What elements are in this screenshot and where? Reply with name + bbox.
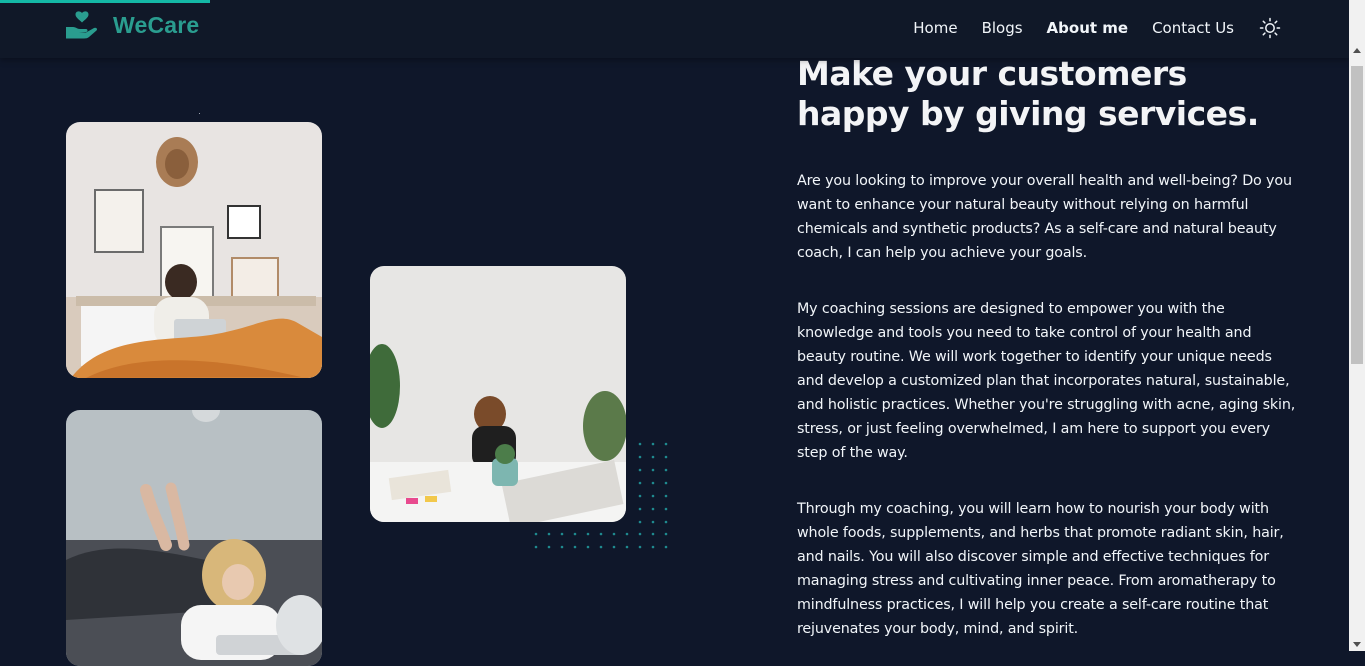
nav-menu: Home Blogs About me Contact Us (913, 19, 1234, 37)
scroll-down-arrow-icon[interactable] (1353, 642, 1361, 647)
nav-link-home[interactable]: Home (913, 19, 957, 37)
nav-link-about[interactable]: About me (1047, 19, 1129, 37)
theme-toggle-button[interactable] (1259, 17, 1281, 39)
decorative-dot (199, 113, 200, 114)
nav-link-blogs[interactable]: Blogs (982, 19, 1023, 37)
about-paragraph-1: Are you looking to improve your overall … (797, 173, 1292, 261)
photo-woman-on-bed-with-laptop (66, 122, 322, 378)
scrollbar-thumb[interactable] (1351, 66, 1363, 364)
vertical-scrollbar[interactable] (1349, 0, 1365, 651)
brand-logo[interactable]: WeCare (66, 10, 199, 40)
about-paragraph-3: Through my coaching, you will learn how … (797, 501, 1284, 637)
dot-grid-decoration (534, 442, 668, 549)
nav-link-contact[interactable]: Contact Us (1152, 19, 1234, 37)
scroll-up-arrow-icon[interactable] (1353, 48, 1361, 53)
scroll-progress-bar (0, 0, 210, 3)
photo-woman-lying-on-bed (66, 410, 322, 666)
about-paragraph-2: My coaching sessions are designed to emp… (797, 301, 1296, 461)
heart-hand-icon (66, 11, 98, 39)
navbar: WeCare Home Blogs About me Contact Us (0, 0, 1349, 58)
page-headline: Make your customers happy by giving serv… (797, 54, 1259, 133)
brand-name: WeCare (113, 11, 200, 38)
about-content: Make your customers happy by giving serv… (797, 54, 1299, 641)
sun-icon (1259, 17, 1281, 39)
